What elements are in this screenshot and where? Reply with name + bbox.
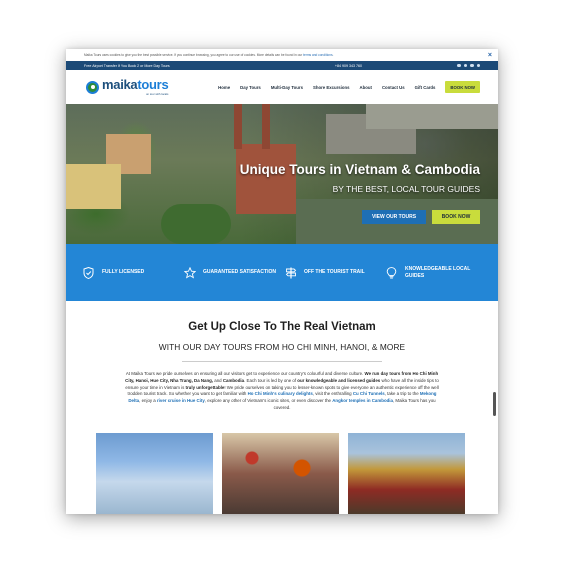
link-angkor[interactable]: Angkor temples in Cambodia [332, 398, 393, 403]
nav-multi-day-tours[interactable]: Multi-Day Tours [271, 85, 303, 90]
facebook-icon[interactable] [457, 63, 461, 68]
nav-home[interactable]: Home [218, 85, 230, 90]
link-cu-chi[interactable]: Cu Chi Tunnels [353, 391, 385, 396]
section-heading: Get Up Close To The Real Vietnam [188, 321, 376, 333]
hero-book-now-button[interactable]: BOOK NOW [432, 210, 480, 224]
twitter-icon[interactable] [470, 63, 474, 68]
scrollbar[interactable] [493, 392, 496, 416]
tour-card-image[interactable] [96, 433, 213, 514]
view-tours-button[interactable]: VIEW OUR TOURS [362, 210, 426, 224]
logo-icon [86, 80, 99, 94]
feature-item: GUARANTEED SATISFACTION [183, 266, 280, 279]
section-subheading: WITH OUR DAY TOURS FROM HO CHI MINH, HAN… [158, 342, 406, 352]
nav-gift-cards[interactable]: Gift Cards [415, 85, 436, 90]
terms-link[interactable]: terms and conditions [303, 53, 332, 57]
hero-subtitle: BY THE BEST, LOCAL TOUR GUIDES [332, 184, 480, 194]
feature-item: FULLY LICENSED [82, 266, 179, 279]
hero-spire [262, 104, 270, 149]
hero-building [66, 164, 121, 209]
intro-section: Get Up Close To The Real Vietnam WITH OU… [66, 301, 498, 412]
logo-text: maikatours [102, 77, 169, 92]
feature-item: OFF THE TOURIST TRAIL [284, 266, 381, 279]
browser-page: Maika Tours uses cookies to give you the… [66, 49, 498, 514]
promo-text[interactable]: Free Airport Transfer If You Book 2 or M… [84, 64, 335, 68]
star-icon [183, 266, 196, 279]
book-now-button[interactable]: BOOK NOW [445, 81, 480, 93]
feature-label: OFF THE TOURIST TRAIL [304, 269, 365, 276]
hero-trees [161, 204, 231, 244]
logo[interactable]: maikatours on tour with locals [86, 77, 169, 96]
divider [182, 361, 382, 362]
link-culinary[interactable]: Ho Chi Minh's culinary delights [248, 391, 313, 396]
hero-title: Unique Tours in Vietnam & Cambodia [239, 162, 480, 177]
phone-number[interactable]: +84 909 343 760 [335, 64, 362, 68]
nav-shore-excursions[interactable]: Shore Excursions [313, 85, 350, 90]
feature-label: KNOWLEDGEABLE LOCAL GUIDES [405, 265, 471, 279]
nav-contact-us[interactable]: Contact Us [382, 85, 405, 90]
feature-label: FULLY LICENSED [102, 269, 145, 276]
tour-cards [96, 433, 465, 514]
shield-icon [82, 266, 95, 279]
logo-tagline: on tour with locals [146, 92, 169, 96]
feature-label: GUARANTEED SATISFACTION [203, 269, 276, 276]
nav-about[interactable]: About [360, 85, 372, 90]
hero-building [366, 104, 498, 129]
site-header: maikatours on tour with locals Home Day … [66, 70, 498, 104]
instagram-icon[interactable] [463, 63, 467, 68]
close-icon[interactable]: × [488, 52, 492, 59]
social-links [457, 63, 480, 68]
intro-paragraph: At Maika Tours we pride ourselves on ens… [125, 371, 439, 411]
bulb-icon [385, 266, 398, 279]
hero-cathedral [236, 144, 296, 214]
top-bar: Free Airport Transfer If You Book 2 or M… [66, 61, 498, 70]
tour-card-image[interactable] [348, 433, 465, 514]
hero-buttons: VIEW OUR TOURS BOOK NOW [362, 210, 480, 224]
tour-card-image[interactable] [222, 433, 339, 514]
main-nav: Home Day Tours Multi-Day Tours Shore Exc… [218, 81, 480, 93]
hero-spire [234, 104, 242, 149]
email-icon[interactable] [476, 63, 480, 68]
features-bar: FULLY LICENSED GUARANTEED SATISFACTION O… [66, 244, 498, 301]
cookie-text: Maika Tours uses cookies to give you the… [84, 53, 334, 57]
nav-day-tours[interactable]: Day Tours [240, 85, 261, 90]
feature-item: KNOWLEDGEABLE LOCAL GUIDES [385, 266, 482, 280]
link-hue-cruise[interactable]: river cruise in Hue City [157, 398, 205, 403]
cookie-banner: Maika Tours uses cookies to give you the… [66, 49, 498, 61]
signpost-icon [284, 266, 297, 279]
